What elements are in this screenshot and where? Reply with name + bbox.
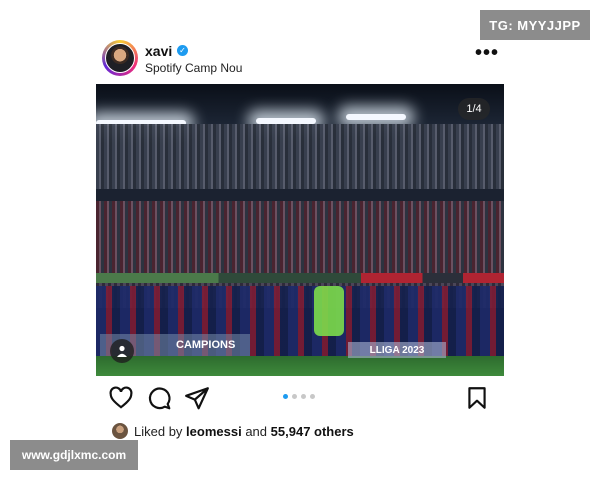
- likes-prefix: Liked by: [134, 423, 183, 439]
- share-icon[interactable]: [184, 385, 210, 411]
- photo-roof-band: [96, 189, 504, 201]
- verified-badge-icon: ✓: [177, 45, 188, 56]
- comment-icon[interactable]: [146, 385, 172, 411]
- avatar-image: [105, 43, 135, 73]
- carousel-dot: [292, 394, 297, 399]
- photo-banner-right: LLIGA 2023: [348, 342, 446, 358]
- bookmark-icon[interactable]: [464, 385, 490, 411]
- carousel-dot: [310, 394, 315, 399]
- floodlight: [346, 114, 406, 120]
- photo-ad-band: [96, 273, 504, 283]
- page-counter: 1/4: [458, 98, 490, 120]
- likes-summary[interactable]: Liked by leomessi and 55,947 others: [112, 421, 354, 441]
- likes-connector: and: [245, 423, 268, 439]
- photo-goalkeepers: [314, 286, 344, 336]
- heart-icon[interactable]: [108, 385, 134, 411]
- carousel-indicator: [283, 394, 315, 399]
- watermark-bottom: www.gdjlxmc.com: [10, 440, 138, 470]
- likes-count[interactable]: 55,947 others: [271, 424, 354, 439]
- liker-avatar: [112, 423, 128, 439]
- post-photo[interactable]: CAMPIONS LLIGA 2023 1/4: [96, 84, 504, 376]
- tag-user-icon[interactable]: [110, 339, 134, 363]
- photo-stands-lower: [96, 201, 504, 273]
- username[interactable]: xavi: [145, 43, 172, 59]
- action-bar: [100, 385, 500, 413]
- more-icon[interactable]: •••: [475, 43, 499, 63]
- carousel-dot: [283, 394, 288, 399]
- photo-stands-upper: [96, 124, 504, 189]
- liker-username[interactable]: leomessi: [186, 424, 242, 439]
- post-header: xavi ✓ Spotify Camp Nou •••: [102, 40, 502, 80]
- watermark-top: TG: MYYJJPP: [480, 10, 590, 40]
- location[interactable]: Spotify Camp Nou: [145, 61, 242, 75]
- carousel-dot: [301, 394, 306, 399]
- avatar[interactable]: [102, 40, 138, 76]
- photo-pitch: [96, 356, 504, 376]
